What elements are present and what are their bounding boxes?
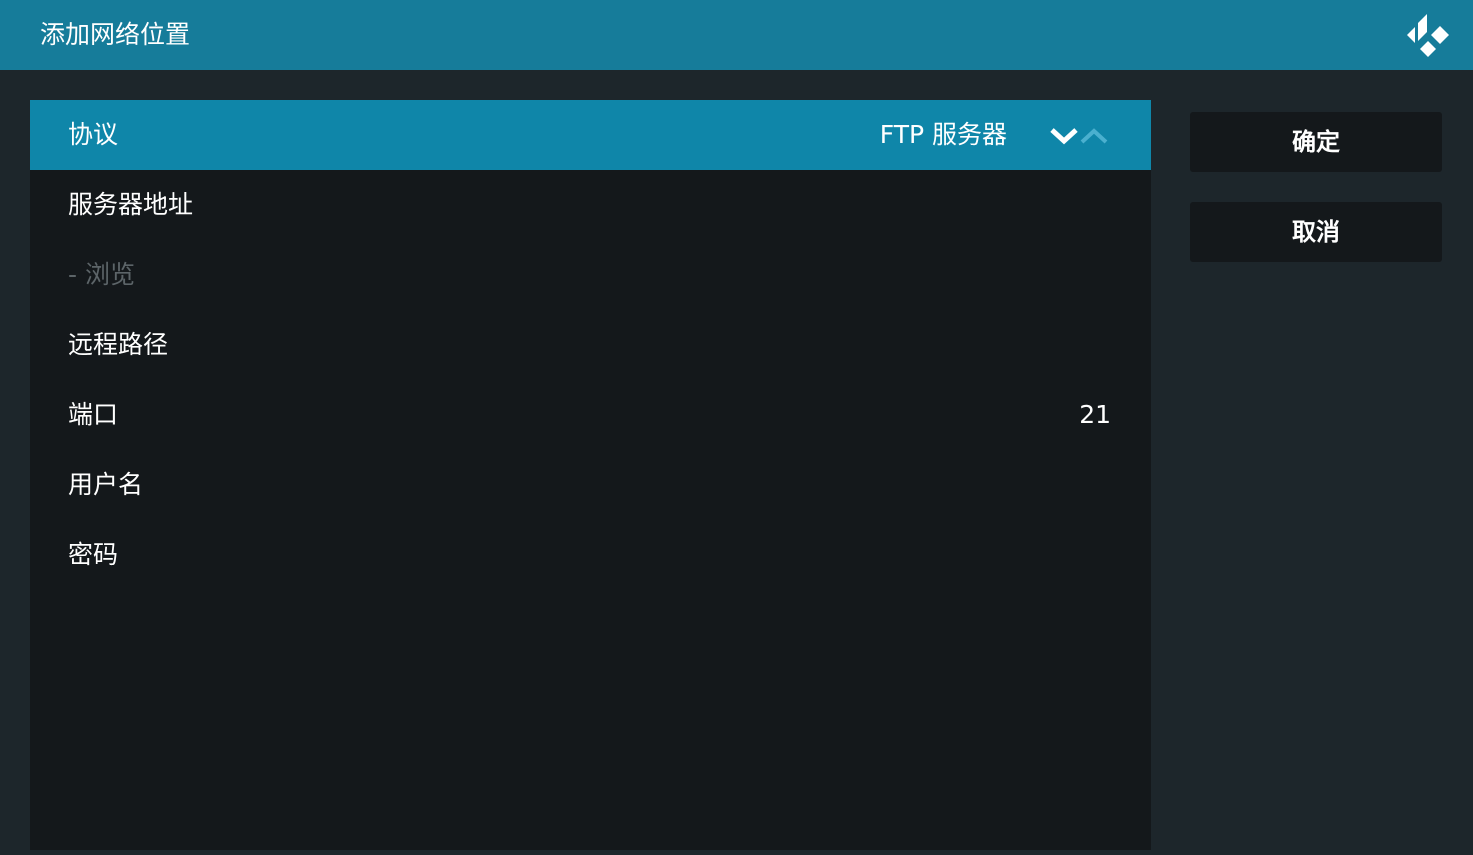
setting-row-password[interactable]: 密码 [30, 520, 1151, 590]
setting-row-server-address[interactable]: 服务器地址 [30, 170, 1151, 240]
setting-row-remote-path[interactable]: 远程路径 [30, 310, 1151, 380]
setting-label-port: 端口 [68, 400, 119, 429]
setting-label-protocol: 协议 [68, 120, 119, 149]
setting-label-browse: - 浏览 [68, 260, 135, 289]
setting-label-username: 用户名 [68, 470, 144, 499]
chevron-down-icon[interactable] [1050, 128, 1078, 145]
setting-row-browse: - 浏览 [30, 240, 1151, 310]
kodi-logo-icon [1407, 14, 1449, 57]
value-spinner [1050, 128, 1108, 145]
setting-row-username[interactable]: 用户名 [30, 450, 1151, 520]
setting-value-protocol: FTP 服务器 [879, 120, 1007, 149]
setting-label-password: 密码 [68, 540, 119, 569]
dialog-header: 添加网络位置 [0, 0, 1473, 70]
cancel-button[interactable]: 取消 [1190, 202, 1442, 262]
dialog-title: 添加网络位置 [40, 20, 191, 49]
setting-row-port[interactable]: 端口 21 [30, 380, 1151, 450]
ok-button[interactable]: 确定 [1190, 112, 1442, 172]
chevron-up-icon[interactable] [1080, 128, 1108, 144]
setting-label-server-address: 服务器地址 [68, 190, 194, 219]
setting-label-remote-path: 远程路径 [68, 330, 169, 359]
setting-value-port: 21 [1079, 400, 1111, 429]
setting-row-protocol[interactable]: 协议 FTP 服务器 [30, 100, 1151, 170]
settings-list: 协议 FTP 服务器 服务器地址 - 浏览 远程路径 端口 21 用户名 密码 [30, 100, 1151, 850]
